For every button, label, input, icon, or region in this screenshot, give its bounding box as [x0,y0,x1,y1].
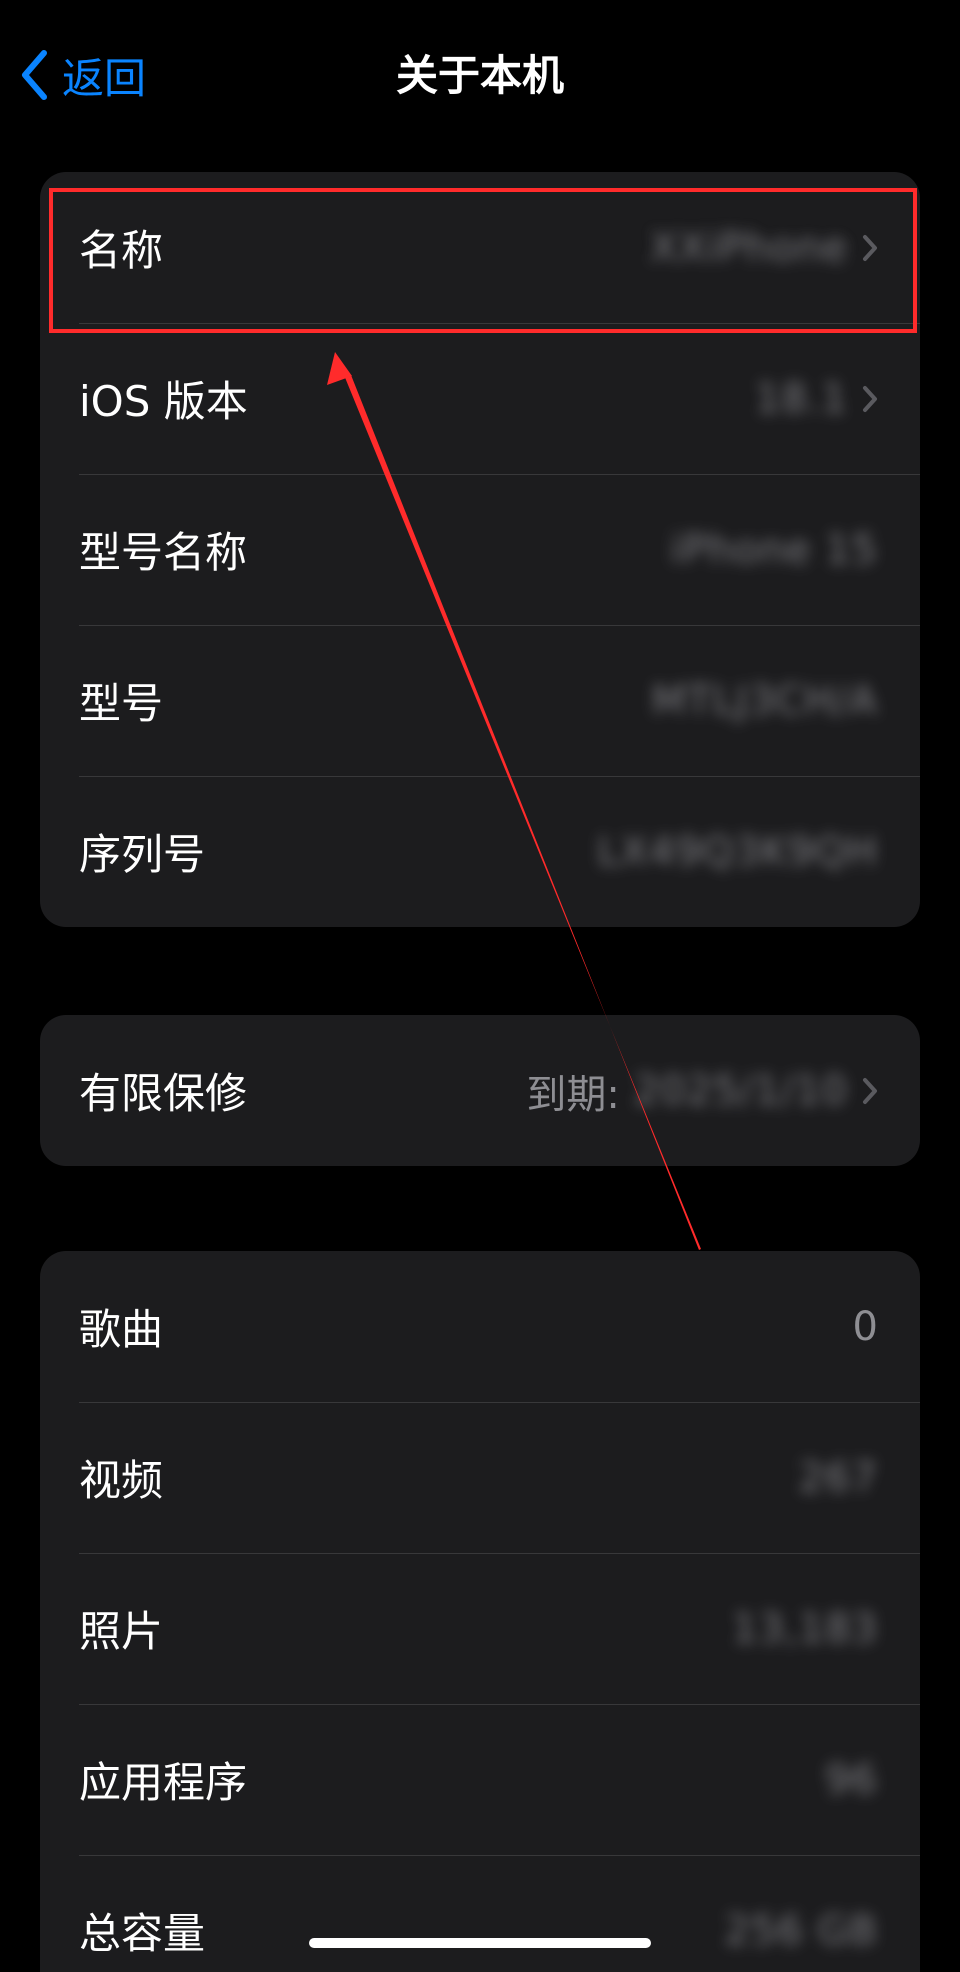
home-indicator[interactable] [309,1938,651,1948]
annotation-arrow [327,352,701,1250]
